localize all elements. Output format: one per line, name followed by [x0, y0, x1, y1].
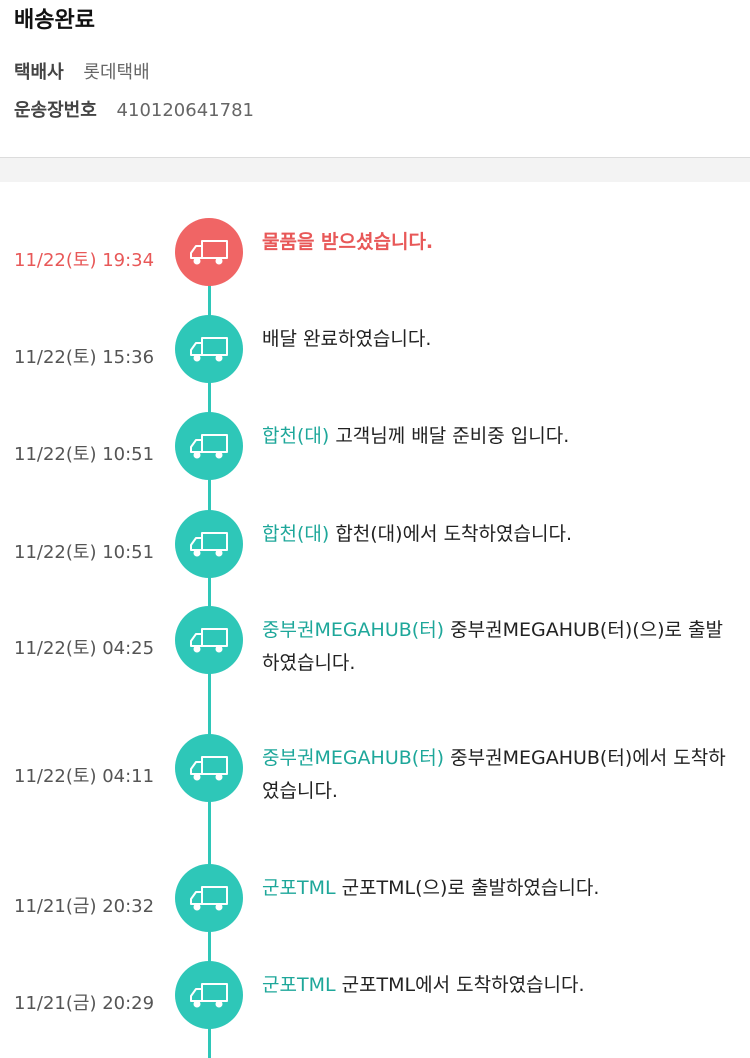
event-time: 11/21(금) 20:32	[14, 896, 155, 917]
truck-icon	[175, 412, 243, 480]
event-time: 11/21(금) 20:29	[14, 993, 155, 1014]
event-location: 군포TML	[262, 877, 336, 899]
event-text: 중부권MEGAHUB(터) 중부권MEGAHUB(터)(으)로 출발하였습니다.	[262, 614, 732, 680]
tracking-number-label: 운송장번호	[14, 100, 97, 121]
event-text: 합천(대) 합천(대)에서 도착하였습니다.	[262, 518, 732, 551]
event-location: 합천(대)	[262, 523, 330, 545]
event-text: 군포TML 군포TML(으)로 출발하였습니다.	[262, 872, 732, 905]
tracking-number-row: 운송장번호 410120641781	[14, 96, 254, 122]
truck-icon	[175, 961, 243, 1029]
event-message: 물품을 받으셨습니다.	[262, 231, 434, 253]
event-message: 배달 완료하였습니다.	[262, 328, 432, 350]
event-time: 11/22(토) 04:25	[14, 638, 155, 659]
truck-icon	[175, 864, 243, 932]
carrier-row: 택배사 롯데택배	[14, 58, 150, 84]
event-location: 합천(대)	[262, 425, 330, 447]
event-message: 군포TML에서 도착하였습니다.	[341, 974, 585, 996]
event-message: 합천(대)에서 도착하였습니다.	[335, 523, 572, 545]
event-text: 합천(대) 고객님께 배달 준비중 입니다.	[262, 420, 732, 453]
truck-icon	[175, 315, 243, 383]
event-time: 11/22(토) 10:51	[14, 542, 155, 563]
event-location: 중부권MEGAHUB(터)	[262, 619, 445, 641]
event-time: 11/22(토) 10:51	[14, 444, 155, 465]
truck-icon	[175, 218, 243, 286]
event-location: 중부권MEGAHUB(터)	[262, 747, 445, 769]
delivery-info-header: 배송완료 택배사 롯데택배 운송장번호 410120641781	[0, 0, 750, 158]
event-text: 중부권MEGAHUB(터) 중부권MEGAHUB(터)에서 도착하였습니다.	[262, 742, 732, 808]
delivery-status-title: 배송완료	[14, 8, 95, 33]
event-text: 군포TML 군포TML에서 도착하였습니다.	[262, 969, 732, 1002]
truck-icon	[175, 510, 243, 578]
event-message: 군포TML(으)로 출발하였습니다.	[341, 877, 600, 899]
event-time: 11/22(토) 04:11	[14, 766, 155, 787]
event-text: 배달 완료하였습니다.	[262, 323, 732, 356]
event-text: 물품을 받으셨습니다.	[262, 226, 732, 259]
tracking-number-value[interactable]: 410120641781	[117, 100, 254, 121]
event-message: 고객님께 배달 준비중 입니다.	[335, 425, 570, 447]
event-time: 11/22(토) 15:36	[14, 347, 155, 368]
section-divider-band	[0, 158, 750, 182]
truck-icon	[175, 734, 243, 802]
tracking-timeline: 11/22(토) 19:34 물품을 받으셨습니다. 11/22(토) 15:3…	[0, 182, 750, 1058]
event-location: 군포TML	[262, 974, 336, 996]
carrier-label: 택배사	[14, 62, 64, 83]
event-time: 11/22(토) 19:34	[14, 250, 155, 271]
carrier-value: 롯데택배	[83, 62, 150, 83]
truck-icon	[175, 606, 243, 674]
